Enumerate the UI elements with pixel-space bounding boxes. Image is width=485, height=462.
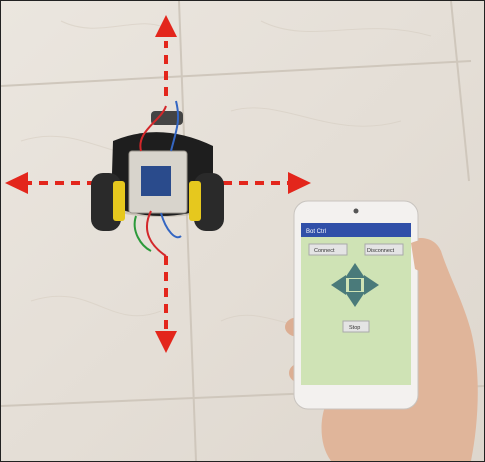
disconnect-button-label: Disconnect xyxy=(367,248,395,254)
connect-button-label: Connect xyxy=(314,248,335,254)
stop-button-label: Stop xyxy=(349,325,360,331)
scene-photo: Bot Ctrl Connect Disconnect Stop xyxy=(1,1,484,461)
arduino-board xyxy=(141,166,171,196)
app-title: Bot Ctrl xyxy=(306,229,326,235)
dpad-center[interactable] xyxy=(349,279,361,291)
photo-frame: Bot Ctrl Connect Disconnect Stop xyxy=(0,0,485,462)
smartphone: Bot Ctrl Connect Disconnect Stop xyxy=(293,200,419,410)
